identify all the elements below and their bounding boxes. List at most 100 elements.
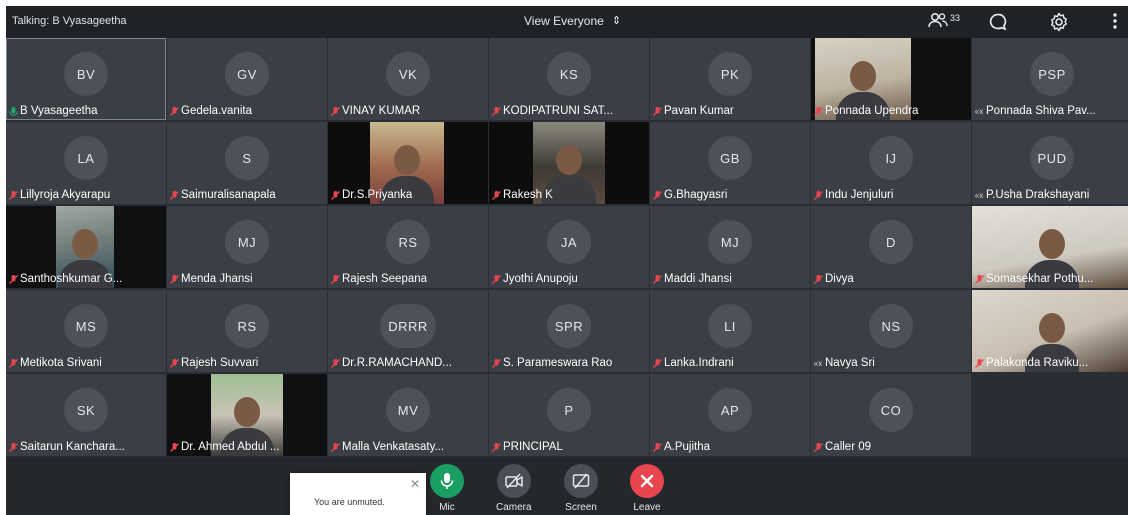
participant-tile[interactable]: GB G.Bhagyasri [650, 122, 810, 204]
participant-tile[interactable]: RS Rajesh Suvvari [167, 290, 327, 372]
mic-muted-icon [653, 190, 662, 200]
participant-tile[interactable]: SPR S. Parameswara Rao [489, 290, 649, 372]
avatar: RS [225, 304, 269, 348]
mic-muted-icon [492, 190, 501, 200]
mic-muted-icon [170, 274, 179, 284]
person-silhouette [556, 144, 582, 175]
avatar: CO [869, 388, 913, 432]
camera-button[interactable]: Camera [496, 464, 532, 513]
participant-name: Metikota Srivani [20, 357, 102, 369]
participant-name-bar: Caller 09 [811, 438, 971, 456]
more-options-button[interactable] [1112, 12, 1118, 35]
screen-share-button[interactable]: Screen [564, 464, 598, 513]
participant-tile[interactable]: GV Gedela.vanita [167, 38, 327, 120]
participant-tile[interactable]: Santhoshkumar G... [6, 206, 166, 288]
participant-name-bar: Malla Venkatasaty... [328, 438, 488, 456]
phone-dialin-icon: «x [974, 190, 984, 200]
leave-button[interactable]: Leave [630, 464, 664, 513]
avatar: DRRR [380, 304, 436, 348]
participant-tile[interactable]: LA Lillyroja Akyarapu [6, 122, 166, 204]
participant-name: Ponnada Upendra [825, 105, 919, 117]
participant-tile[interactable]: MV Malla Venkatasaty... [328, 374, 488, 456]
participant-tile[interactable]: KS KODIPATRUNI SAT... [489, 38, 649, 120]
participant-name-bar: «x P.Usha Drakshayani [972, 186, 1128, 204]
participant-tile[interactable]: LI Lanka.Indrani [650, 290, 810, 372]
participants-button[interactable]: 33 [928, 12, 960, 28]
participant-name: Divya [825, 273, 854, 285]
participant-tile[interactable]: AP A.Pujitha [650, 374, 810, 456]
participant-name: Palakonda Raviku... [986, 357, 1089, 369]
participant-name-bar: Pavan Kumar [650, 102, 810, 120]
participant-tile[interactable]: JA Jyothi Anupoju [489, 206, 649, 288]
participant-tile[interactable]: PUD «x P.Usha Drakshayani [972, 122, 1128, 204]
participant-name-bar: Gedela.vanita [167, 102, 327, 120]
chat-bubble-icon [989, 13, 1007, 31]
participant-tile[interactable]: Rakesh K [489, 122, 649, 204]
participant-name: Gedela.vanita [181, 105, 252, 117]
participant-name-bar: Lillyroja Akyarapu [6, 186, 166, 204]
mic-muted-icon [170, 106, 179, 116]
top-bar: Talking: B Vyasageetha View Everyone ⇕ 3… [6, 6, 1128, 38]
participant-name-bar: Rajesh Suvvari [167, 354, 327, 372]
participant-name: Indu Jenjuluri [825, 189, 894, 201]
participant-tile[interactable]: SK Saitarun Kanchara... [6, 374, 166, 456]
participant-tile[interactable]: Dr.S.Priyanka [328, 122, 488, 204]
participant-tile[interactable]: S Saimuralisanapala [167, 122, 327, 204]
participant-tile[interactable]: Ponnada Upendra [811, 38, 971, 120]
participant-tile[interactable]: MJ Maddi Jhansi [650, 206, 810, 288]
participant-tile[interactable]: MS Metikota Srivani [6, 290, 166, 372]
participant-name: Santhoshkumar G... [20, 273, 123, 285]
toast-close-button[interactable]: ✕ [410, 477, 420, 491]
participant-name-bar: Ponnada Upendra [811, 102, 971, 120]
participant-name-bar: S. Parameswara Rao [489, 354, 649, 372]
participant-name: Jyothi Anupoju [503, 273, 578, 285]
participant-tile[interactable]: BV B Vyasageetha [6, 38, 166, 120]
participant-tile[interactable]: MJ Menda Jhansi [167, 206, 327, 288]
participant-name-bar: Dr.S.Priyanka [328, 186, 488, 204]
avatar: PK [708, 52, 752, 96]
mic-muted-icon [653, 106, 662, 116]
participant-tile[interactable]: RS Rajesh Seepana [328, 206, 488, 288]
participant-name-bar: B Vyasageetha [6, 102, 166, 120]
avatar: LA [64, 136, 108, 180]
mic-muted-icon [331, 274, 340, 284]
mic-label: Mic [439, 502, 455, 513]
participant-tile[interactable]: DRRR Dr.R.RAMACHAND... [328, 290, 488, 372]
participant-name-bar: Lanka.Indrani [650, 354, 810, 372]
participant-name-bar: Dr. Ahmed Abdul ... [167, 438, 327, 456]
participant-tile[interactable]: D Divya [811, 206, 971, 288]
mic-muted-icon [331, 106, 340, 116]
chat-button[interactable] [988, 12, 1008, 37]
view-selector[interactable]: View Everyone ⇕ [524, 14, 621, 28]
participant-tile[interactable]: P PRINCIPAL [489, 374, 649, 456]
settings-button[interactable] [1048, 11, 1070, 38]
avatar: MJ [708, 220, 752, 264]
participant-tile[interactable]: IJ Indu Jenjuluri [811, 122, 971, 204]
participant-tile[interactable]: CO Caller 09 [811, 374, 971, 456]
avatar: MJ [225, 220, 269, 264]
avatar: KS [547, 52, 591, 96]
mic-muted-icon [9, 190, 18, 200]
mic-muted-icon [814, 190, 823, 200]
mic-button[interactable]: Mic [430, 464, 464, 513]
mic-muted-icon [975, 274, 984, 284]
participant-name: Saitarun Kanchara... [20, 441, 125, 453]
leave-label: Leave [633, 502, 661, 513]
screen-share-off-icon [572, 473, 590, 489]
participant-tile[interactable]: NS «x Navya Sri [811, 290, 971, 372]
participant-name: Somasekhar Pothu... [986, 273, 1094, 285]
participant-tile[interactable]: Somasekhar Pothu... [972, 206, 1128, 288]
avatar: RS [386, 220, 430, 264]
participant-name-bar: Santhoshkumar G... [6, 270, 166, 288]
participant-tile[interactable]: PSP «x Ponnada Shiva Pav... [972, 38, 1128, 120]
participant-tile[interactable]: Palakonda Raviku... [972, 290, 1128, 372]
participant-tile[interactable]: PK Pavan Kumar [650, 38, 810, 120]
participant-name-bar: A.Pujitha [650, 438, 810, 456]
participant-name: S. Parameswara Rao [503, 357, 613, 369]
participant-tile[interactable]: VK VINAY KUMAR [328, 38, 488, 120]
participant-name-bar: PRINCIPAL [489, 438, 649, 456]
participant-name: Caller 09 [825, 441, 872, 453]
person-silhouette [72, 228, 98, 259]
avatar: VK [386, 52, 430, 96]
participant-tile[interactable]: Dr. Ahmed Abdul ... [167, 374, 327, 456]
